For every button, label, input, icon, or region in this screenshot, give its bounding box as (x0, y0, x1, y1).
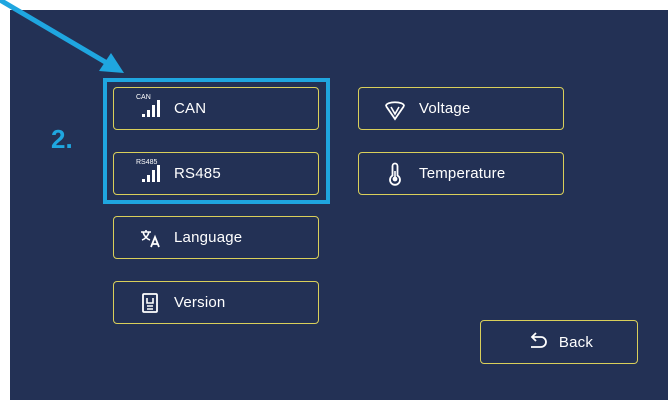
translate-icon (138, 226, 162, 250)
annotation-step-label: 2. (51, 124, 73, 154)
back-arrow-icon (525, 330, 549, 354)
voltage-button[interactable]: Voltage (358, 87, 564, 130)
back-button[interactable]: Back (480, 320, 638, 364)
back-label: Back (558, 333, 594, 351)
document-icon (138, 291, 162, 315)
can-button[interactable]: CAN CAN (113, 87, 319, 130)
can-label: CAN (174, 100, 207, 117)
temperature-label: Temperature (419, 165, 506, 182)
thermometer-icon (383, 162, 407, 186)
temperature-button[interactable]: Temperature (358, 152, 564, 195)
voltage-label: Voltage (419, 100, 471, 117)
signal-bars-icon: RS485 (136, 159, 162, 186)
voltage-gauge-icon (383, 97, 407, 121)
signal-bars-icon: CAN (136, 94, 162, 121)
version-label: Version (174, 294, 226, 311)
rs485-button[interactable]: RS485 RS485 (113, 152, 319, 195)
language-button[interactable]: Language (113, 216, 319, 259)
language-label: Language (174, 229, 243, 246)
version-button[interactable]: Version (113, 281, 319, 324)
annotation-arrow (0, 0, 124, 73)
rs485-label: RS485 (174, 165, 221, 182)
